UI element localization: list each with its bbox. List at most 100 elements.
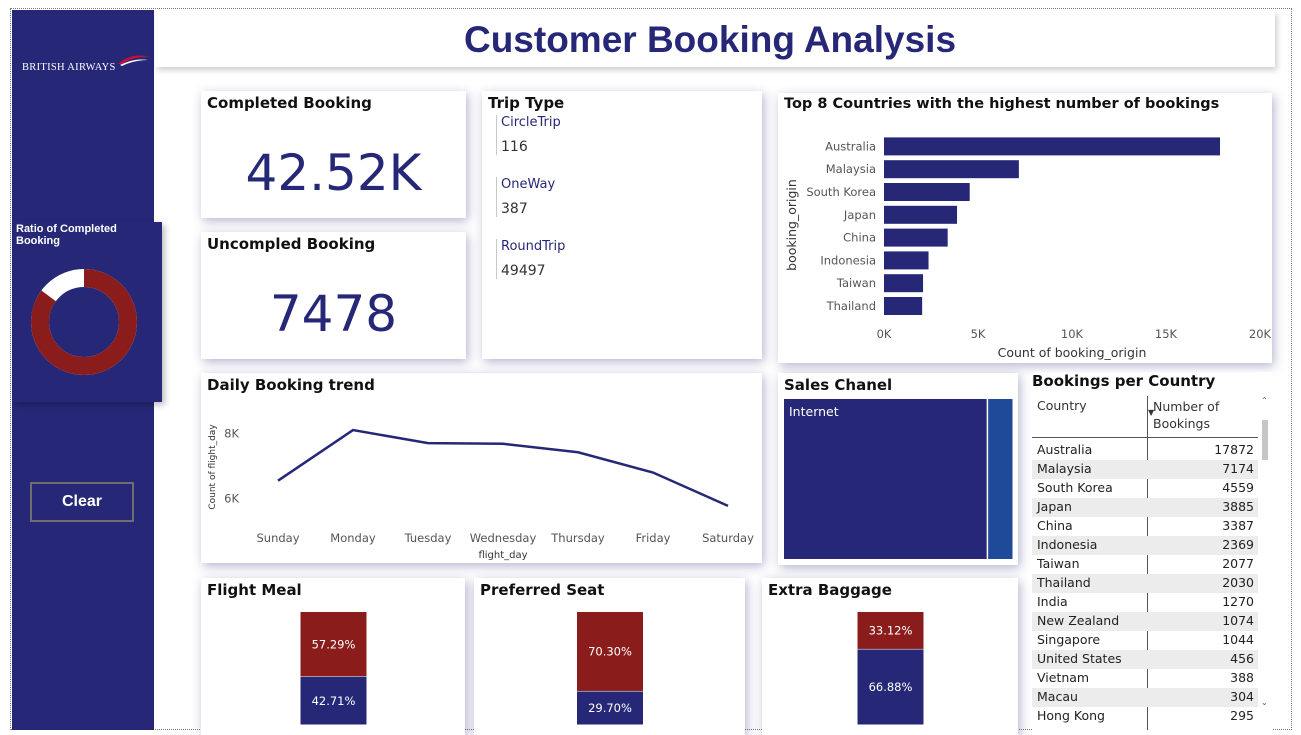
table-scrollbar[interactable]: ⌃ ⌄ <box>1261 396 1269 716</box>
ratio-donut-chart[interactable] <box>29 267 139 377</box>
cell-country: Taiwan <box>1037 556 1080 571</box>
trend-line[interactable] <box>277 428 729 507</box>
scroll-thumb[interactable] <box>1262 420 1268 460</box>
brand-name: BRITISH AIRWAYS <box>22 62 116 73</box>
bar-mark[interactable] <box>884 160 1019 179</box>
x-tick-label: 20K <box>1249 327 1272 341</box>
y-axis-label: booking_origin <box>784 179 799 271</box>
speedmarque-icon <box>118 55 150 66</box>
bar-mark[interactable] <box>884 205 958 224</box>
scroll-up-icon[interactable]: ⌃ <box>1261 396 1268 405</box>
scroll-down-icon[interactable]: ⌄ <box>1261 698 1268 707</box>
cell-country: Indonesia <box>1037 537 1098 552</box>
table-row[interactable]: New Zealand 1074 <box>1032 612 1258 631</box>
cell-count: 2077 <box>1222 556 1254 571</box>
cell-count: 456 <box>1230 651 1254 666</box>
table-row[interactable]: Macau 304 <box>1032 688 1258 707</box>
completed-booking-card[interactable]: Completed Booking 42.52K <box>201 91 466 218</box>
y-axis-label: Count of flight_day <box>208 424 218 510</box>
cell-country: Singapore <box>1037 632 1101 647</box>
bar-category-label: Japan <box>843 208 876 222</box>
cell-country: Vietnam <box>1037 670 1090 685</box>
extra-baggage-stacked-bar[interactable]: 66.88% 33.12% <box>762 578 1018 735</box>
treemap-tile[interactable] <box>784 399 987 559</box>
table-row[interactable]: Indonesia 2369 <box>1032 536 1258 555</box>
table-body: Australia 17872 Malaysia 7174 South Korea 455… <box>1032 441 1258 726</box>
extra-baggage-card[interactable]: Extra Baggage 66.88% 33.12% <box>762 578 1018 735</box>
trip-type-value: 49497 <box>501 263 546 279</box>
bar-mark[interactable] <box>884 251 929 270</box>
flight-meal-card[interactable]: Flight Meal 42.71% 57.29% <box>201 578 465 735</box>
x-tick-label: Sunday <box>256 531 299 545</box>
x-tick-label: 10K <box>1061 327 1084 341</box>
x-tick-label: 0K <box>877 327 892 341</box>
trip-type-item-oneway[interactable]: OneWay 387 <box>496 177 555 217</box>
sales-channel-treemap[interactable]: Internet <box>778 373 1018 565</box>
bar-category-label: China <box>843 231 876 245</box>
sales-channel-card[interactable]: Sales Chanel Internet <box>778 373 1018 565</box>
column-header-number[interactable]: Number of Bookings <box>1153 398 1253 432</box>
uncompleted-booking-card[interactable]: Uncompled Booking 7478 <box>201 232 466 359</box>
cell-count: 3885 <box>1222 499 1254 514</box>
preferred-seat-card[interactable]: Preferred Seat 29.70% 70.30% <box>474 578 745 735</box>
bar-category-label: Indonesia <box>820 253 876 267</box>
table-row[interactable]: China 3387 <box>1032 517 1258 536</box>
trip-type-card[interactable]: Trip Type CircleTrip 116 OneWay 387 Roun… <box>482 91 762 359</box>
daily-trend-line-chart[interactable]: Sunday Monday Tuesday Wednesday Thursday Frid… <box>201 373 762 563</box>
bar-category-label: South Korea <box>806 185 876 199</box>
table-row[interactable]: Japan 3885 <box>1032 498 1258 517</box>
table-row[interactable]: United States 456 <box>1032 650 1258 669</box>
trip-type-item-roundtrip[interactable]: RoundTrip 49497 <box>496 239 565 279</box>
table-row[interactable]: Taiwan 2077 <box>1032 555 1258 574</box>
trip-type-item-circletrip[interactable]: CircleTrip 116 <box>496 115 561 155</box>
bar-category-label: Australia <box>825 139 876 153</box>
table-row[interactable]: Malaysia 7174 <box>1032 460 1258 479</box>
cell-country: Hong Kong <box>1037 708 1105 723</box>
segment-data-label: 70.30% <box>588 645 632 659</box>
x-tick-label: Wednesday <box>470 531 537 545</box>
x-tick-label: 5K <box>971 327 986 341</box>
cell-count: 4559 <box>1222 480 1254 495</box>
y-tick-label: 8K <box>224 426 239 440</box>
cell-country: Macau <box>1037 689 1078 704</box>
preferred-seat-stacked-bar[interactable]: 29.70% 70.30% <box>474 578 745 735</box>
table-row[interactable]: Singapore 1044 <box>1032 631 1258 650</box>
bar-mark[interactable] <box>884 297 923 315</box>
cell-count: 17872 <box>1214 442 1254 457</box>
bar-mark[interactable] <box>884 183 970 201</box>
daily-trend-card[interactable]: Daily Booking trend Sunday Monday Tuesday W… <box>201 373 762 563</box>
top-countries-bar-chart[interactable]: Australia Malaysia South Korea Japan China In… <box>778 93 1272 363</box>
trip-type-label: RoundTrip <box>501 239 566 254</box>
trip-type-label: CircleTrip <box>501 115 561 130</box>
table-row[interactable]: Hong Kong 295 <box>1032 707 1258 726</box>
x-tick-label: Friday <box>636 531 671 545</box>
table-row[interactable]: Thailand 2030 <box>1032 574 1258 593</box>
column-header-country[interactable]: Country <box>1037 398 1087 413</box>
cell-count: 388 <box>1230 670 1254 685</box>
table-row[interactable]: Australia 17872 <box>1032 441 1258 460</box>
uncompleted-booking-value: 7478 <box>269 285 398 343</box>
segment-data-label: 42.71% <box>312 694 356 708</box>
cell-count: 304 <box>1230 689 1254 704</box>
cell-country: New Zealand <box>1037 613 1120 628</box>
sort-desc-icon[interactable]: ▼ <box>1148 408 1154 417</box>
table-row[interactable]: South Korea 4559 <box>1032 479 1258 498</box>
table-row[interactable]: Vietnam 388 <box>1032 669 1258 688</box>
x-axis-label: Count of booking_origin <box>998 345 1147 360</box>
bar-mark[interactable] <box>884 274 924 293</box>
flight-meal-stacked-bar[interactable]: 42.71% 57.29% <box>201 578 465 735</box>
bookings-per-country-table[interactable]: Bookings per Country Country Number of B… <box>1032 372 1272 730</box>
table-row[interactable]: India 1270 <box>1032 593 1258 612</box>
bar-category-label: Thailand <box>826 299 876 313</box>
completed-booking-value: 42.52K <box>245 144 422 202</box>
clear-button[interactable]: Clear <box>30 482 134 522</box>
bar-mark[interactable] <box>884 137 1220 156</box>
x-axis-label: flight_day <box>478 550 527 561</box>
treemap-tile[interactable] <box>988 399 1013 559</box>
top-countries-card[interactable]: Top 8 Countries with the highest number … <box>778 93 1272 363</box>
cell-count: 2369 <box>1222 537 1254 552</box>
page-title-bar: Customer Booking Analysis <box>155 11 1275 67</box>
segment-data-label: 66.88% <box>869 680 913 694</box>
bar-mark[interactable] <box>884 228 948 247</box>
cell-country: China <box>1037 518 1073 533</box>
